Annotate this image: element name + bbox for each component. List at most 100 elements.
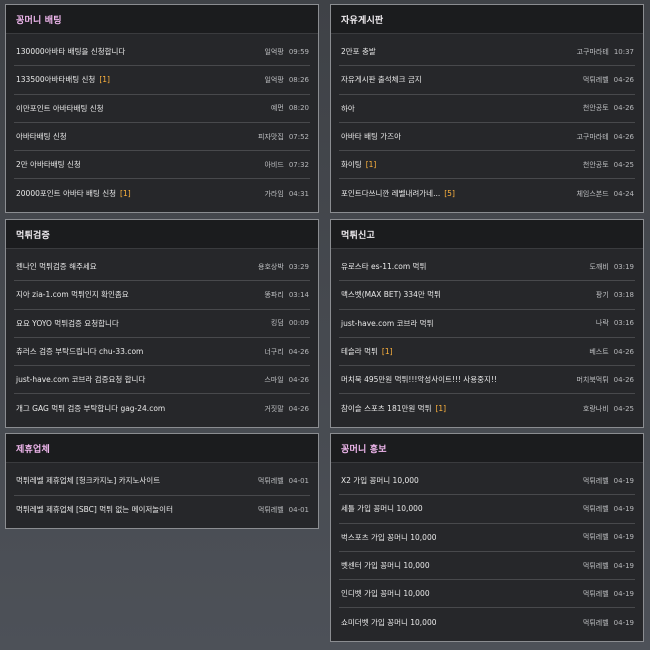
panel-title[interactable]: 먹튀신고 xyxy=(341,228,375,241)
post-author: 머치북먹튀 xyxy=(576,375,609,384)
post-title[interactable]: 테슬라 먹튀 xyxy=(341,346,378,357)
post-title[interactable]: 자유게시판 출석체크 금지 xyxy=(341,74,422,85)
panel-title[interactable]: 꽁머니 홍보 xyxy=(341,442,387,455)
post-title[interactable]: 먹튀레벨 제휴업체 [헝크카지노] 카지노사이트 xyxy=(16,475,160,486)
panel-verification: 먹튀검증 젠나인 먹튀검증 해주세요 용호상박 03:29 지아 zia-1.c… xyxy=(5,219,319,428)
post-title-group: 먹튀레벨 제휴업체 [SBC] 먹튀 없는 메이저놀이터 xyxy=(16,504,177,515)
post-time: 04-25 xyxy=(613,404,634,413)
post-row[interactable]: 머치북 495만원 먹튀!!!악성사이트!!! 사용중지!! 머치북먹튀 04-… xyxy=(339,366,635,395)
post-author: 천안공토 xyxy=(582,104,609,113)
post-title-group: 유로스타 es-11.com 먹튀 xyxy=(341,261,430,272)
post-row[interactable]: 화이팅 [1] 천안공토 04-25 xyxy=(339,151,635,180)
post-title[interactable]: 화이팅 xyxy=(341,159,362,170)
post-title-group: 2만포 충발 xyxy=(341,46,380,57)
post-title[interactable]: 쇼미더벳 가입 꽁머니 10,000 xyxy=(341,617,437,628)
post-row[interactable]: 아바타 배팅 가즈아 고구마라테 04-26 xyxy=(339,123,635,152)
post-title[interactable]: just-have.com 코브라 검증요청 합니다 xyxy=(16,374,145,385)
post-meta: 호랑나비 04-25 xyxy=(583,404,634,414)
post-title[interactable]: 참이슬 스포츠 181만원 먹튀 xyxy=(341,403,431,414)
post-row[interactable]: 이만포인트 아바타배팅 신청 예먼 08:20 xyxy=(14,95,310,123)
post-meta: 베스트 04-26 xyxy=(589,347,634,357)
post-row[interactable]: 츄러스 검증 부탁드립니다 chu-33.com 너구리 04-26 xyxy=(14,338,310,367)
panel-title[interactable]: 제휴업체 xyxy=(16,442,50,455)
panel-title[interactable]: 자유게시판 xyxy=(341,13,383,26)
post-row[interactable]: 자유게시판 출석체크 금지 먹튀레벨 04-26 xyxy=(339,66,635,95)
post-row[interactable]: just-have.com 코브라 먹튀 나락 03:16 xyxy=(339,310,635,338)
post-title[interactable]: 130000아바타 배팅을 신청합니다 xyxy=(16,46,125,57)
post-title[interactable]: X2 가입 꽁머니 10,000 xyxy=(341,475,419,486)
post-author: 먹튀레벨 xyxy=(582,533,609,542)
comment-count: [1] xyxy=(99,75,110,85)
post-list: X2 가입 꽁머니 10,000 먹튀레벨 04-19 세틀 가입 꽁머니 10… xyxy=(331,463,643,641)
post-title[interactable]: 벳센터 가입 꽁머니 10,000 xyxy=(341,560,430,571)
post-row[interactable]: just-have.com 코브라 검증요청 합니다 스마일 04-26 xyxy=(14,366,310,395)
post-row[interactable]: X2 가입 꽁머니 10,000 먹튀레벨 04-19 xyxy=(339,467,635,496)
post-row[interactable]: 개그 GAG 먹튀 검증 부탁합니다 gag-24.com 거짓말 04-26 xyxy=(14,394,310,422)
post-row[interactable]: 하아 천안공토 04-26 xyxy=(339,95,635,123)
panel-title[interactable]: 먹튀검증 xyxy=(16,228,50,241)
post-row[interactable]: 먹튀레벨 제휴업체 [헝크카지노] 카지노사이트 먹튀레벨 04-01 xyxy=(14,467,310,496)
post-title[interactable]: 머치북 495만원 먹튀!!!악성사이트!!! 사용중지!! xyxy=(341,374,497,385)
panel-title[interactable]: 꽁머니 배팅 xyxy=(16,13,62,26)
post-meta: 킹덤 00:09 xyxy=(271,318,309,328)
post-title[interactable]: 133500아바타배팅 신청 xyxy=(16,74,95,85)
post-title[interactable]: 젠나인 먹튀검증 해주세요 xyxy=(16,261,97,272)
post-title[interactable]: 지아 zia-1.com 먹튀인지 확인좀요 xyxy=(16,289,129,300)
post-time: 04-26 xyxy=(613,132,634,141)
post-meta: 천안공토 04-26 xyxy=(583,103,634,113)
post-row[interactable]: 아바타배팅 신청 피자맛집 07:52 xyxy=(14,123,310,152)
post-row[interactable]: 맥스벳(MAX BET) 334만 먹튀 팡기 03:18 xyxy=(339,281,635,310)
comment-count: [1] xyxy=(435,404,447,414)
post-row[interactable]: 쇼미더벳 가입 꽁머니 10,000 먹튀레벨 04-19 xyxy=(339,608,635,636)
post-row[interactable]: 133500아바타배팅 신청 [1] 일억팡 08:26 xyxy=(14,66,310,95)
post-time: 03:14 xyxy=(288,290,309,299)
post-row[interactable]: 인디벳 가입 꽁머니 10,000 먹튀레벨 04-19 xyxy=(339,580,635,609)
post-title-group: 먹튀레벨 제휴업체 [헝크카지노] 카지노사이트 xyxy=(16,475,164,486)
post-title[interactable]: 맥스벳(MAX BET) 334만 먹튀 xyxy=(341,289,441,300)
post-title[interactable]: 먹튀레벨 제휴업체 [SBC] 먹튀 없는 메이저놀이터 xyxy=(16,504,173,515)
post-title[interactable]: 아바타 배팅 가즈아 xyxy=(341,131,401,142)
post-title[interactable]: 인디벳 가입 꽁머니 10,000 xyxy=(341,588,430,599)
post-row[interactable]: 벳센터 가입 꽁머니 10,000 먹튀레벨 04-19 xyxy=(339,552,635,581)
post-title[interactable]: 유로스타 es-11.com 먹튀 xyxy=(341,261,426,272)
post-time: 09:59 xyxy=(288,47,309,56)
post-title-group: 젠나인 먹튀검증 해주세요 xyxy=(16,261,101,272)
post-title-group: 참이슬 스포츠 181만원 먹튀 [1] xyxy=(341,403,446,414)
panel-header: 먹튀검증 xyxy=(6,220,318,249)
post-title[interactable]: 이만포인트 아바타배팅 신청 xyxy=(16,103,104,114)
post-row[interactable]: 포인트다쓰니깐 레벨내려가네... [5] 체임스본드 04-24 xyxy=(339,179,635,207)
post-title[interactable]: just-have.com 코브라 먹튀 xyxy=(341,318,433,329)
post-row[interactable]: 벅스포츠 가입 꽁머니 10,000 먹튀레벨 04-19 xyxy=(339,524,635,552)
post-row[interactable]: 세틀 가입 꽁머니 10,000 먹튀레벨 04-19 xyxy=(339,495,635,524)
post-time: 07:32 xyxy=(288,160,309,169)
post-title[interactable]: 하아 xyxy=(341,103,355,114)
post-row[interactable]: 20000포인트 아바타 배팅 신청 [1] 가라임 04:31 xyxy=(14,179,310,207)
post-title[interactable]: 요요 YOYO 먹튀검증 요청합니다 xyxy=(16,318,119,329)
post-title[interactable]: 개그 GAG 먹튀 검증 부탁합니다 gag-24.com xyxy=(16,403,165,414)
post-row[interactable]: 요요 YOYO 먹튀검증 요청합니다 킹덤 00:09 xyxy=(14,310,310,338)
post-row[interactable]: 젠나인 먹튀검증 해주세요 용호상박 03:29 xyxy=(14,253,310,282)
post-title[interactable]: 2만 아바타배팅 신청 xyxy=(16,159,81,170)
post-author: 피자맛집 xyxy=(258,132,284,141)
panel-header: 자유게시판 xyxy=(331,5,643,34)
post-row[interactable]: 130000아바타 배팅을 신청합니다 일억팡 09:59 xyxy=(14,38,310,67)
post-row[interactable]: 지아 zia-1.com 먹튀인지 확인좀요 똥파리 03:14 xyxy=(14,281,310,310)
post-row[interactable]: 테슬라 먹튀 [1] 베스트 04-26 xyxy=(339,338,635,367)
post-title[interactable]: 2만포 충발 xyxy=(341,46,376,57)
post-row[interactable]: 참이슬 스포츠 181만원 먹튀 [1] 호랑나비 04-25 xyxy=(339,394,635,422)
post-title[interactable]: 20000포인트 아바타 배팅 신청 xyxy=(16,188,116,199)
post-title[interactable]: 아바타배팅 신청 xyxy=(16,131,67,142)
post-row[interactable]: 2만 아바타배팅 신청 아비드 07:32 xyxy=(14,151,310,180)
post-list: 유로스타 es-11.com 먹튀 도깨비 03:19 맥스벳(MAX BET)… xyxy=(331,249,643,427)
post-title[interactable]: 세틀 가입 꽁머니 10,000 xyxy=(341,503,423,514)
post-row[interactable]: 유로스타 es-11.com 먹튀 도깨비 03:19 xyxy=(339,253,635,282)
panel-free-board: 자유게시판 2만포 충발 고구마라테 10:37 자유게시판 출석체크 금지 먹… xyxy=(330,4,644,213)
post-row[interactable]: 2만포 충발 고구마라테 10:37 xyxy=(339,38,635,67)
post-title-group: 테슬라 먹튀 [1] xyxy=(341,346,393,357)
post-title[interactable]: 포인트다쓰니깐 레벨내려가네... xyxy=(341,188,440,199)
post-title[interactable]: 벅스포츠 가입 꽁머니 10,000 xyxy=(341,532,437,543)
post-title[interactable]: 츄러스 검증 부탁드립니다 chu-33.com xyxy=(16,346,143,357)
post-row[interactable]: 먹튀레벨 제휴업체 [SBC] 먹튀 없는 메이저놀이터 먹튀레벨 04-01 xyxy=(14,496,310,525)
post-author: 먹튀레벨 xyxy=(582,75,609,84)
post-title-group: 쇼미더벳 가입 꽁머니 10,000 xyxy=(341,617,441,628)
